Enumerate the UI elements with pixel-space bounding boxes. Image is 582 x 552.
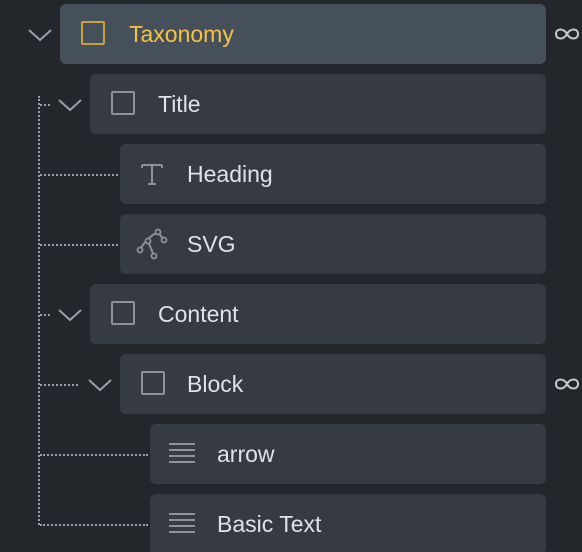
structure-tree: Taxonomy Title Heading SVG Content Block… — [0, 0, 582, 552]
tree-item-content[interactable]: Content — [90, 284, 546, 344]
tree-item-label: Taxonomy — [129, 21, 234, 47]
tree-guide-vertical — [38, 96, 40, 525]
tree-item-arrow[interactable]: arrow — [150, 424, 546, 484]
tree-item-basic-text[interactable]: Basic Text — [150, 494, 546, 552]
container-box-icon — [111, 301, 135, 325]
text-icon — [141, 164, 163, 185]
infinity-link-icon[interactable] — [552, 374, 582, 394]
chevron-down-icon[interactable] — [87, 377, 113, 393]
tree-item-svg[interactable]: SVG — [120, 214, 546, 274]
container-box-icon — [81, 21, 105, 45]
tree-item-taxonomy[interactable]: Taxonomy — [60, 4, 546, 64]
tree-item-label: Content — [158, 301, 239, 327]
infinity-link-icon[interactable] — [552, 24, 582, 44]
tree-guide-heading — [40, 174, 118, 176]
tree-guide-svg — [40, 244, 118, 246]
lines-icon — [169, 443, 195, 463]
tree-guide-arrow — [40, 454, 148, 456]
container-box-icon — [111, 91, 135, 115]
tree-guide-basic-text — [40, 524, 148, 526]
tree-item-label: Title — [158, 91, 201, 117]
lines-icon — [169, 513, 195, 533]
chevron-down-icon[interactable] — [57, 97, 83, 113]
tree-item-label: Heading — [187, 161, 273, 187]
tree-item-label: arrow — [217, 441, 275, 467]
tree-item-label: SVG — [187, 231, 236, 257]
vector-pen-icon — [136, 228, 168, 260]
tree-item-label: Block — [187, 371, 244, 397]
tree-guide-content — [40, 314, 50, 316]
tree-guide-block — [40, 384, 78, 386]
tree-guide-title — [40, 104, 50, 106]
chevron-down-icon[interactable] — [27, 27, 53, 43]
chevron-down-icon[interactable] — [57, 307, 83, 323]
tree-item-block[interactable]: Block — [120, 354, 546, 414]
tree-item-heading[interactable]: Heading — [120, 144, 546, 204]
tree-item-title[interactable]: Title — [90, 74, 546, 134]
container-box-icon — [141, 371, 165, 395]
tree-item-label: Basic Text — [217, 511, 322, 537]
